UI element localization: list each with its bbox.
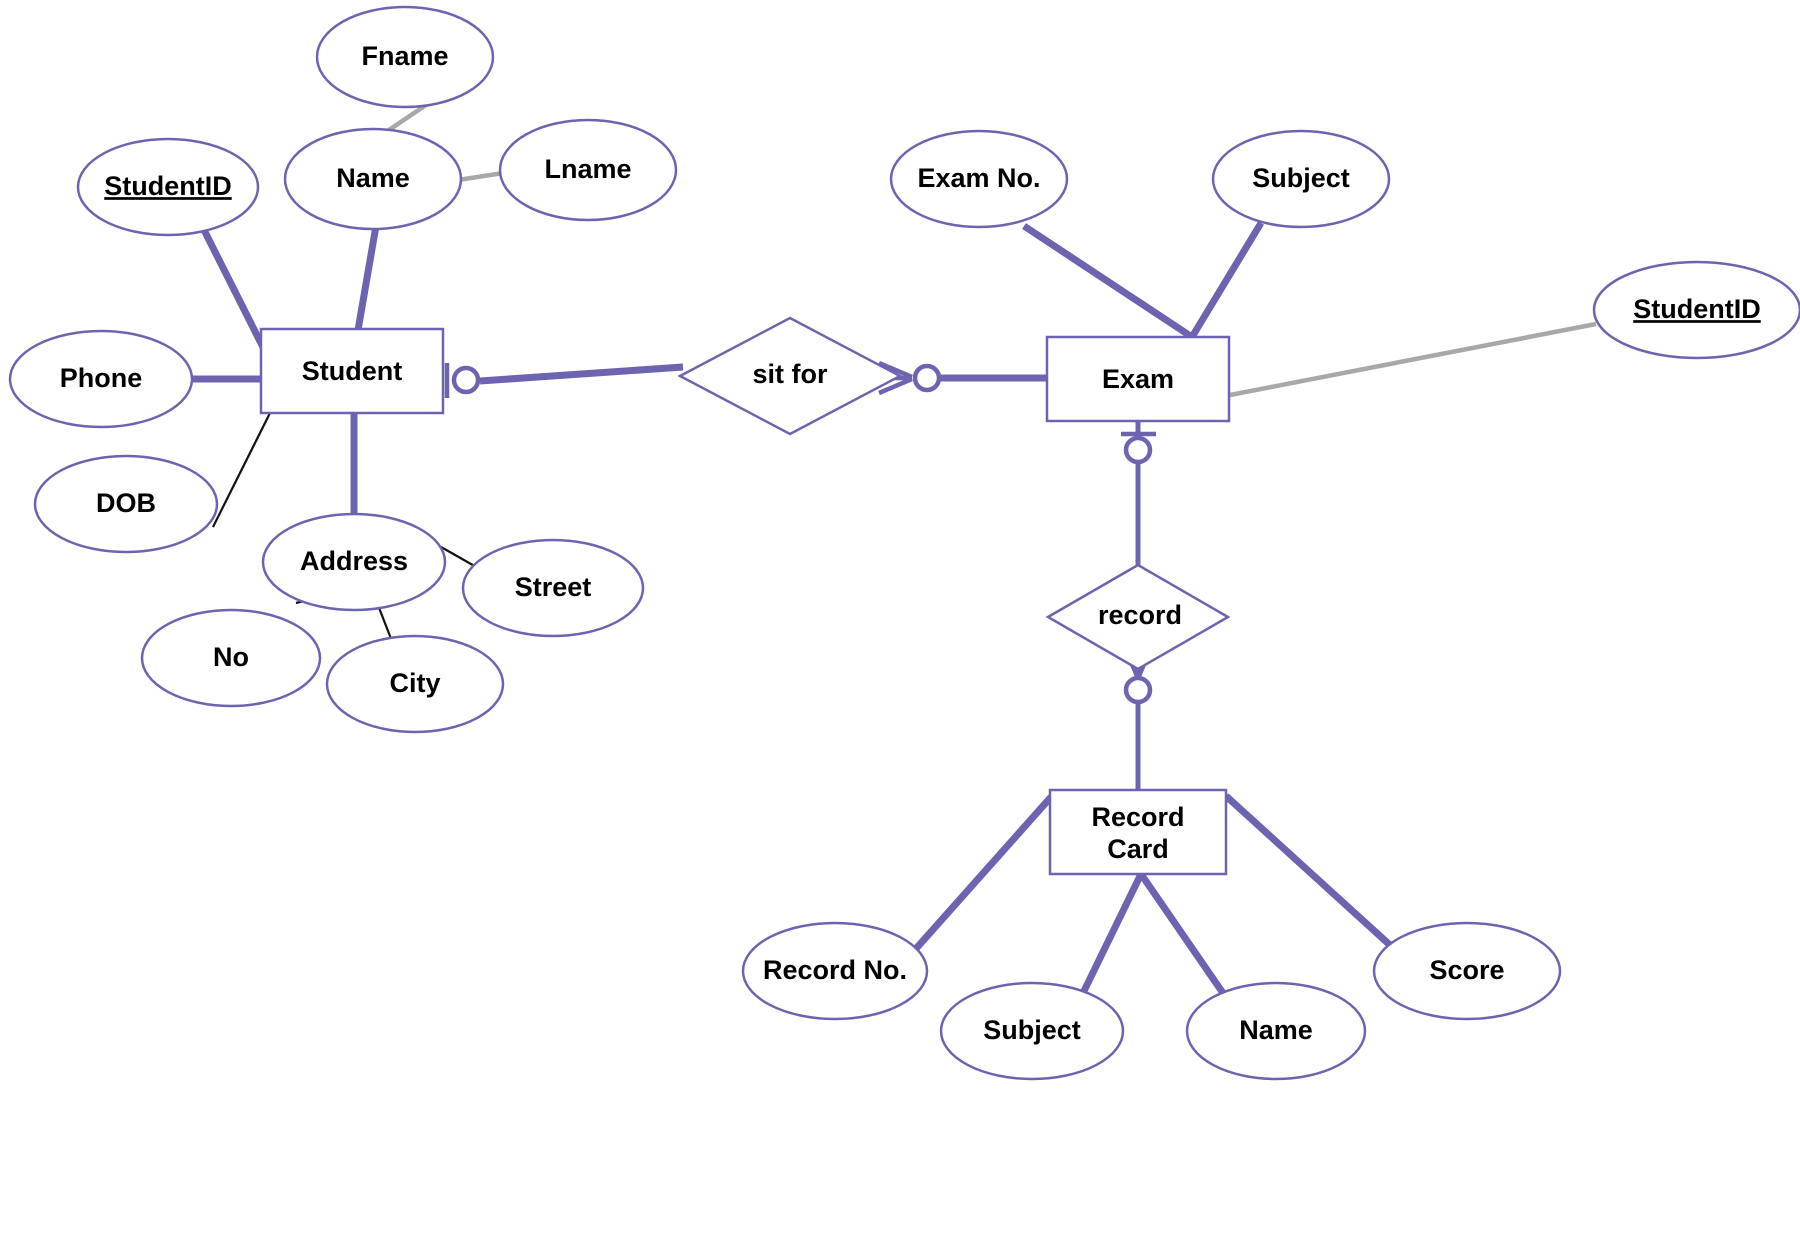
attribute-studentid[interactable]: StudentID	[76, 137, 260, 237]
edge-dob-student	[212, 412, 271, 528]
attribute-no-label: No	[213, 642, 249, 672]
attribute-street[interactable]: Street	[461, 538, 645, 638]
attribute-city[interactable]: City	[325, 634, 505, 734]
attribute-record-no[interactable]: Record No.	[741, 921, 929, 1021]
attribute-street-label: Street	[515, 572, 592, 602]
er-diagram-svg: Student Exam Record Card sit for record	[8, 5, 1800, 1081]
attribute-score[interactable]: Score	[1372, 921, 1562, 1021]
attribute-studentid-exam[interactable]: StudentID	[1592, 260, 1800, 360]
attributes-layer: Fname Lname Name StudentID Phone DOB Add…	[8, 5, 1800, 1081]
attribute-lname[interactable]: Lname	[498, 118, 678, 222]
edge-student-sitfor	[479, 363, 684, 385]
attribute-phone-label: Phone	[60, 363, 143, 393]
edge-studentid-exam	[1229, 321, 1597, 398]
attribute-exam-no-label: Exam No.	[917, 163, 1040, 193]
cardinality-student-one-and-only-one	[444, 363, 481, 398]
er-diagram-canvas: Student Exam Record Card sit for record	[0, 0, 1800, 1250]
relationship-record-label: record	[1098, 600, 1182, 630]
attribute-subject-card[interactable]: Subject	[939, 981, 1125, 1081]
edge-recordcard-name	[1138, 872, 1228, 998]
relationship-sit-for[interactable]: sit for	[677, 316, 903, 436]
relationship-sit-for-label: sit for	[752, 359, 827, 389]
attribute-address[interactable]: Address	[261, 512, 447, 612]
relationship-record[interactable]: record	[1045, 563, 1231, 671]
attribute-dob[interactable]: DOB	[33, 454, 219, 554]
attribute-score-label: Score	[1429, 955, 1504, 985]
attribute-exam-no[interactable]: Exam No.	[889, 129, 1069, 229]
entity-record-card[interactable]: Record Card	[1048, 788, 1228, 876]
attribute-city-label: City	[389, 668, 440, 698]
attribute-subject-exam[interactable]: Subject	[1211, 129, 1391, 229]
attribute-subject-exam-label: Subject	[1252, 163, 1350, 193]
attribute-fname[interactable]: Fname	[315, 5, 495, 109]
edge-recordcard-subject	[1080, 872, 1145, 993]
entity-record-card-label-line1: Record	[1091, 802, 1184, 832]
entity-record-card-label-line2: Card	[1107, 834, 1169, 864]
edge-subject-exam	[1189, 221, 1264, 339]
attribute-studentid-label: StudentID	[104, 171, 232, 201]
entity-exam[interactable]: Exam	[1045, 335, 1231, 423]
entity-exam-label: Exam	[1102, 364, 1174, 394]
attribute-record-no-label: Record No.	[763, 955, 907, 985]
attribute-dob-label: DOB	[96, 488, 156, 518]
entity-student-label: Student	[302, 356, 403, 386]
attribute-phone[interactable]: Phone	[8, 329, 194, 429]
attribute-studentid-exam-label: StudentID	[1633, 294, 1761, 324]
attribute-name-card[interactable]: Name	[1185, 981, 1367, 1081]
edge-examno-exam-line	[1022, 223, 1194, 340]
entity-student[interactable]: Student	[259, 327, 445, 415]
attribute-lname-label: Lname	[544, 154, 631, 184]
cardinality-exam-bottom-one-and-only-one	[1121, 431, 1156, 465]
attribute-name[interactable]: Name	[283, 127, 463, 231]
attribute-subject-card-label: Subject	[983, 1015, 1081, 1045]
attribute-no[interactable]: No	[140, 608, 322, 708]
edge-recordcard-score	[1223, 793, 1394, 949]
edge-recordcard-recordno	[910, 794, 1054, 955]
attribute-name-card-label: Name	[1239, 1015, 1313, 1045]
attribute-name-label: Name	[336, 163, 410, 193]
attribute-fname-label: Fname	[361, 41, 448, 71]
attribute-address-label: Address	[300, 546, 408, 576]
edge-name-student	[354, 225, 380, 331]
